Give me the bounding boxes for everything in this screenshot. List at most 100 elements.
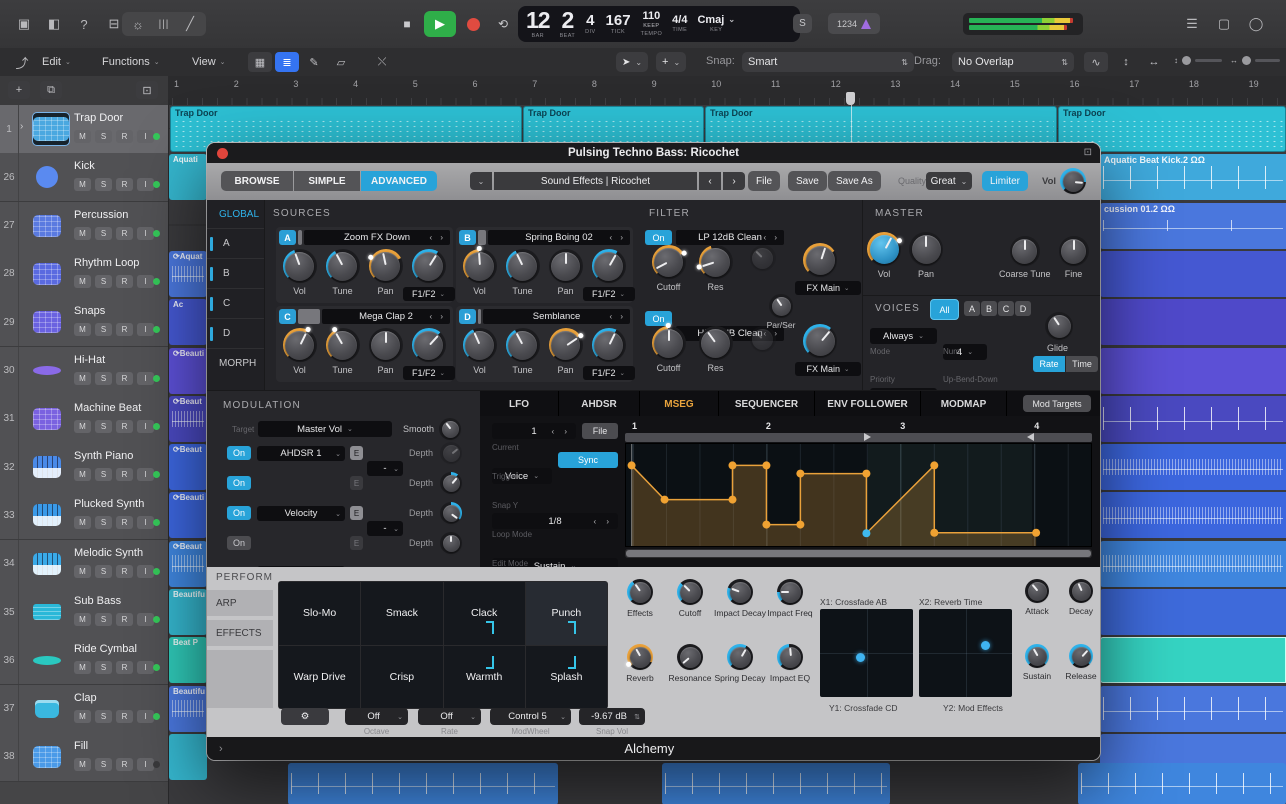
mseg-point[interactable] xyxy=(796,470,804,478)
track-i-button[interactable]: I xyxy=(137,323,154,336)
octave-menu[interactable]: Off⌄ xyxy=(345,708,408,725)
track-m-button[interactable]: M xyxy=(74,275,91,288)
library-icon[interactable]: ▣ xyxy=(12,14,36,34)
right-region-row[interactable] xyxy=(1100,251,1286,297)
track-r-button[interactable]: R xyxy=(116,275,133,288)
marquee-tool-icon[interactable]: ▱ xyxy=(329,52,353,72)
glide-time-button[interactable]: Time xyxy=(1066,356,1098,372)
track-i-button[interactable]: I xyxy=(137,468,154,481)
tab-advanced[interactable]: ADVANCED xyxy=(361,171,437,191)
mod-row-2-on-button[interactable]: On xyxy=(227,476,251,490)
track-s-button[interactable]: S xyxy=(95,661,112,674)
track-row-synth-piano[interactable]: 32Synth PianoMSRI xyxy=(0,443,168,492)
mod-row-2-e-button[interactable]: E xyxy=(350,476,363,490)
right-region-row[interactable] xyxy=(1100,348,1286,394)
track-r-button[interactable]: R xyxy=(116,710,133,723)
track-row-machine-beat[interactable]: 31Machine BeatMSRI xyxy=(0,395,168,444)
xy-pad-1-dot[interactable] xyxy=(856,653,865,662)
track-s-button[interactable]: S xyxy=(95,710,112,723)
track-m-button[interactable]: M xyxy=(74,227,91,240)
track-row-snaps[interactable]: 29SnapsMSRI xyxy=(0,298,168,347)
mseg-scrollbar[interactable] xyxy=(625,549,1092,558)
xy-pad-2[interactable] xyxy=(919,609,1012,697)
right-region-row[interactable]: Aquatic Beat Kick.2 ΩΩ xyxy=(1100,154,1286,200)
impact-decay-knob[interactable] xyxy=(727,579,753,605)
knob-knob[interactable] xyxy=(803,243,837,277)
tab-arp[interactable]: ARP xyxy=(207,590,273,618)
track-s-button[interactable]: S xyxy=(95,227,112,240)
voice-group-a[interactable]: A xyxy=(964,301,980,316)
snap-vol-stepper[interactable]: -9.67 dB⇅ xyxy=(579,708,645,725)
list-editors-icon[interactable]: ☰ xyxy=(1180,14,1204,34)
track-r-button[interactable]: R xyxy=(116,758,133,771)
quick-help-toggle-icon[interactable]: ◧ xyxy=(42,14,66,34)
knob-knob[interactable] xyxy=(440,472,462,494)
mod-targets-button[interactable]: Mod Targets xyxy=(1023,395,1091,412)
knob-knob[interactable] xyxy=(750,245,776,271)
track-s-button[interactable]: S xyxy=(95,468,112,481)
lcd-tempo[interactable]: 110KEEPTEMPO xyxy=(641,11,663,37)
track-row-hi-hat[interactable]: 30Hi-HatMSRI xyxy=(0,347,168,396)
track-r-button[interactable]: R xyxy=(116,372,133,385)
mod-row-2-aux-menu[interactable]: -⌄ xyxy=(367,521,403,536)
rate-menu[interactable]: Off⌄ xyxy=(418,708,481,725)
save-as-button[interactable]: Save As xyxy=(828,171,881,191)
track-r-button[interactable]: R xyxy=(116,323,133,336)
snap-menu[interactable]: Smart⇅ xyxy=(742,52,914,72)
lcd-display[interactable]: 12BAR 2BEAT 4DIV 167TICK 110KEEPTEMPO 4/… xyxy=(518,6,800,42)
track-m-button[interactable]: M xyxy=(74,468,91,481)
knob-knob[interactable] xyxy=(803,324,837,358)
left-region-sliver[interactable]: Beat P xyxy=(169,637,207,683)
perform-settings-button[interactable]: ⚙ xyxy=(281,708,329,725)
mseg-point[interactable] xyxy=(728,461,736,469)
mod-tab-ahdsr[interactable]: AHDSR xyxy=(559,391,640,417)
track-r-button[interactable]: R xyxy=(116,516,133,529)
track-m-button[interactable]: M xyxy=(74,710,91,723)
right-region-row[interactable] xyxy=(1100,444,1286,490)
flex-tool-icon[interactable]: ⤬ xyxy=(370,52,394,72)
right-region-row[interactable] xyxy=(1100,637,1286,683)
mseg-point[interactable] xyxy=(862,470,870,478)
horizontal-zoom-slider[interactable]: ↔ xyxy=(1230,56,1280,65)
mseg-point[interactable] xyxy=(628,461,636,469)
track-row-trap-door[interactable]: 1›Trap DoorMSRI xyxy=(0,105,168,154)
track-m-button[interactable]: M xyxy=(74,758,91,771)
right-region-row[interactable] xyxy=(1100,589,1286,635)
cutoff-knob[interactable] xyxy=(652,326,686,360)
left-region-sliver[interactable]: Aquati xyxy=(169,154,207,200)
xy-pad-2-dot[interactable] xyxy=(981,641,990,650)
left-region-sliver[interactable]: ⟳Beaut xyxy=(169,396,207,442)
track-s-button[interactable]: S xyxy=(95,275,112,288)
track-header-options-button[interactable]: ⊡ xyxy=(136,81,158,99)
vol-knob[interactable] xyxy=(867,232,901,266)
loop-end-marker[interactable] xyxy=(1027,433,1034,441)
track-i-button[interactable]: I xyxy=(137,516,154,529)
par-ser-knob[interactable] xyxy=(769,294,793,318)
track-i-button[interactable]: I xyxy=(137,420,154,433)
track-i-button[interactable]: I xyxy=(137,758,154,771)
mseg-point[interactable] xyxy=(728,496,736,504)
cycle-button[interactable]: ⟲ xyxy=(490,13,516,35)
mod-tab-sequencer[interactable]: SEQUENCER xyxy=(719,391,815,417)
left-region-sliver[interactable] xyxy=(169,734,207,780)
mod-row-1-e-button[interactable]: E xyxy=(350,446,363,460)
mod-tab-lfo[interactable]: LFO xyxy=(480,391,559,417)
glide-rate-button[interactable]: Rate xyxy=(1033,356,1065,372)
coarse-tune-knob[interactable] xyxy=(1010,236,1040,266)
knob-knob[interactable] xyxy=(440,532,462,554)
track-i-button[interactable]: I xyxy=(137,130,154,143)
impact-eq-knob[interactable] xyxy=(777,644,803,670)
pad-punch[interactable]: Punch xyxy=(526,582,607,645)
editors-icon[interactable]: ╱ xyxy=(178,14,202,34)
left-click-tool-menu[interactable]: ➤⌄ xyxy=(616,52,648,72)
track-m-button[interactable]: M xyxy=(74,565,91,578)
track-row-melodic-synth[interactable]: 34Melodic SynthMSRI xyxy=(0,540,168,589)
track-row-kick[interactable]: 26KickMSRI xyxy=(0,153,168,202)
sustain-knob[interactable] xyxy=(1025,644,1049,668)
decay-knob[interactable] xyxy=(1069,579,1093,603)
mseg-point[interactable] xyxy=(930,529,938,537)
track-s-button[interactable]: S xyxy=(95,323,112,336)
waveform-zoom-icon[interactable]: ∿ xyxy=(1084,52,1108,72)
track-i-button[interactable]: I xyxy=(137,227,154,240)
knob-knob[interactable] xyxy=(1060,168,1086,194)
